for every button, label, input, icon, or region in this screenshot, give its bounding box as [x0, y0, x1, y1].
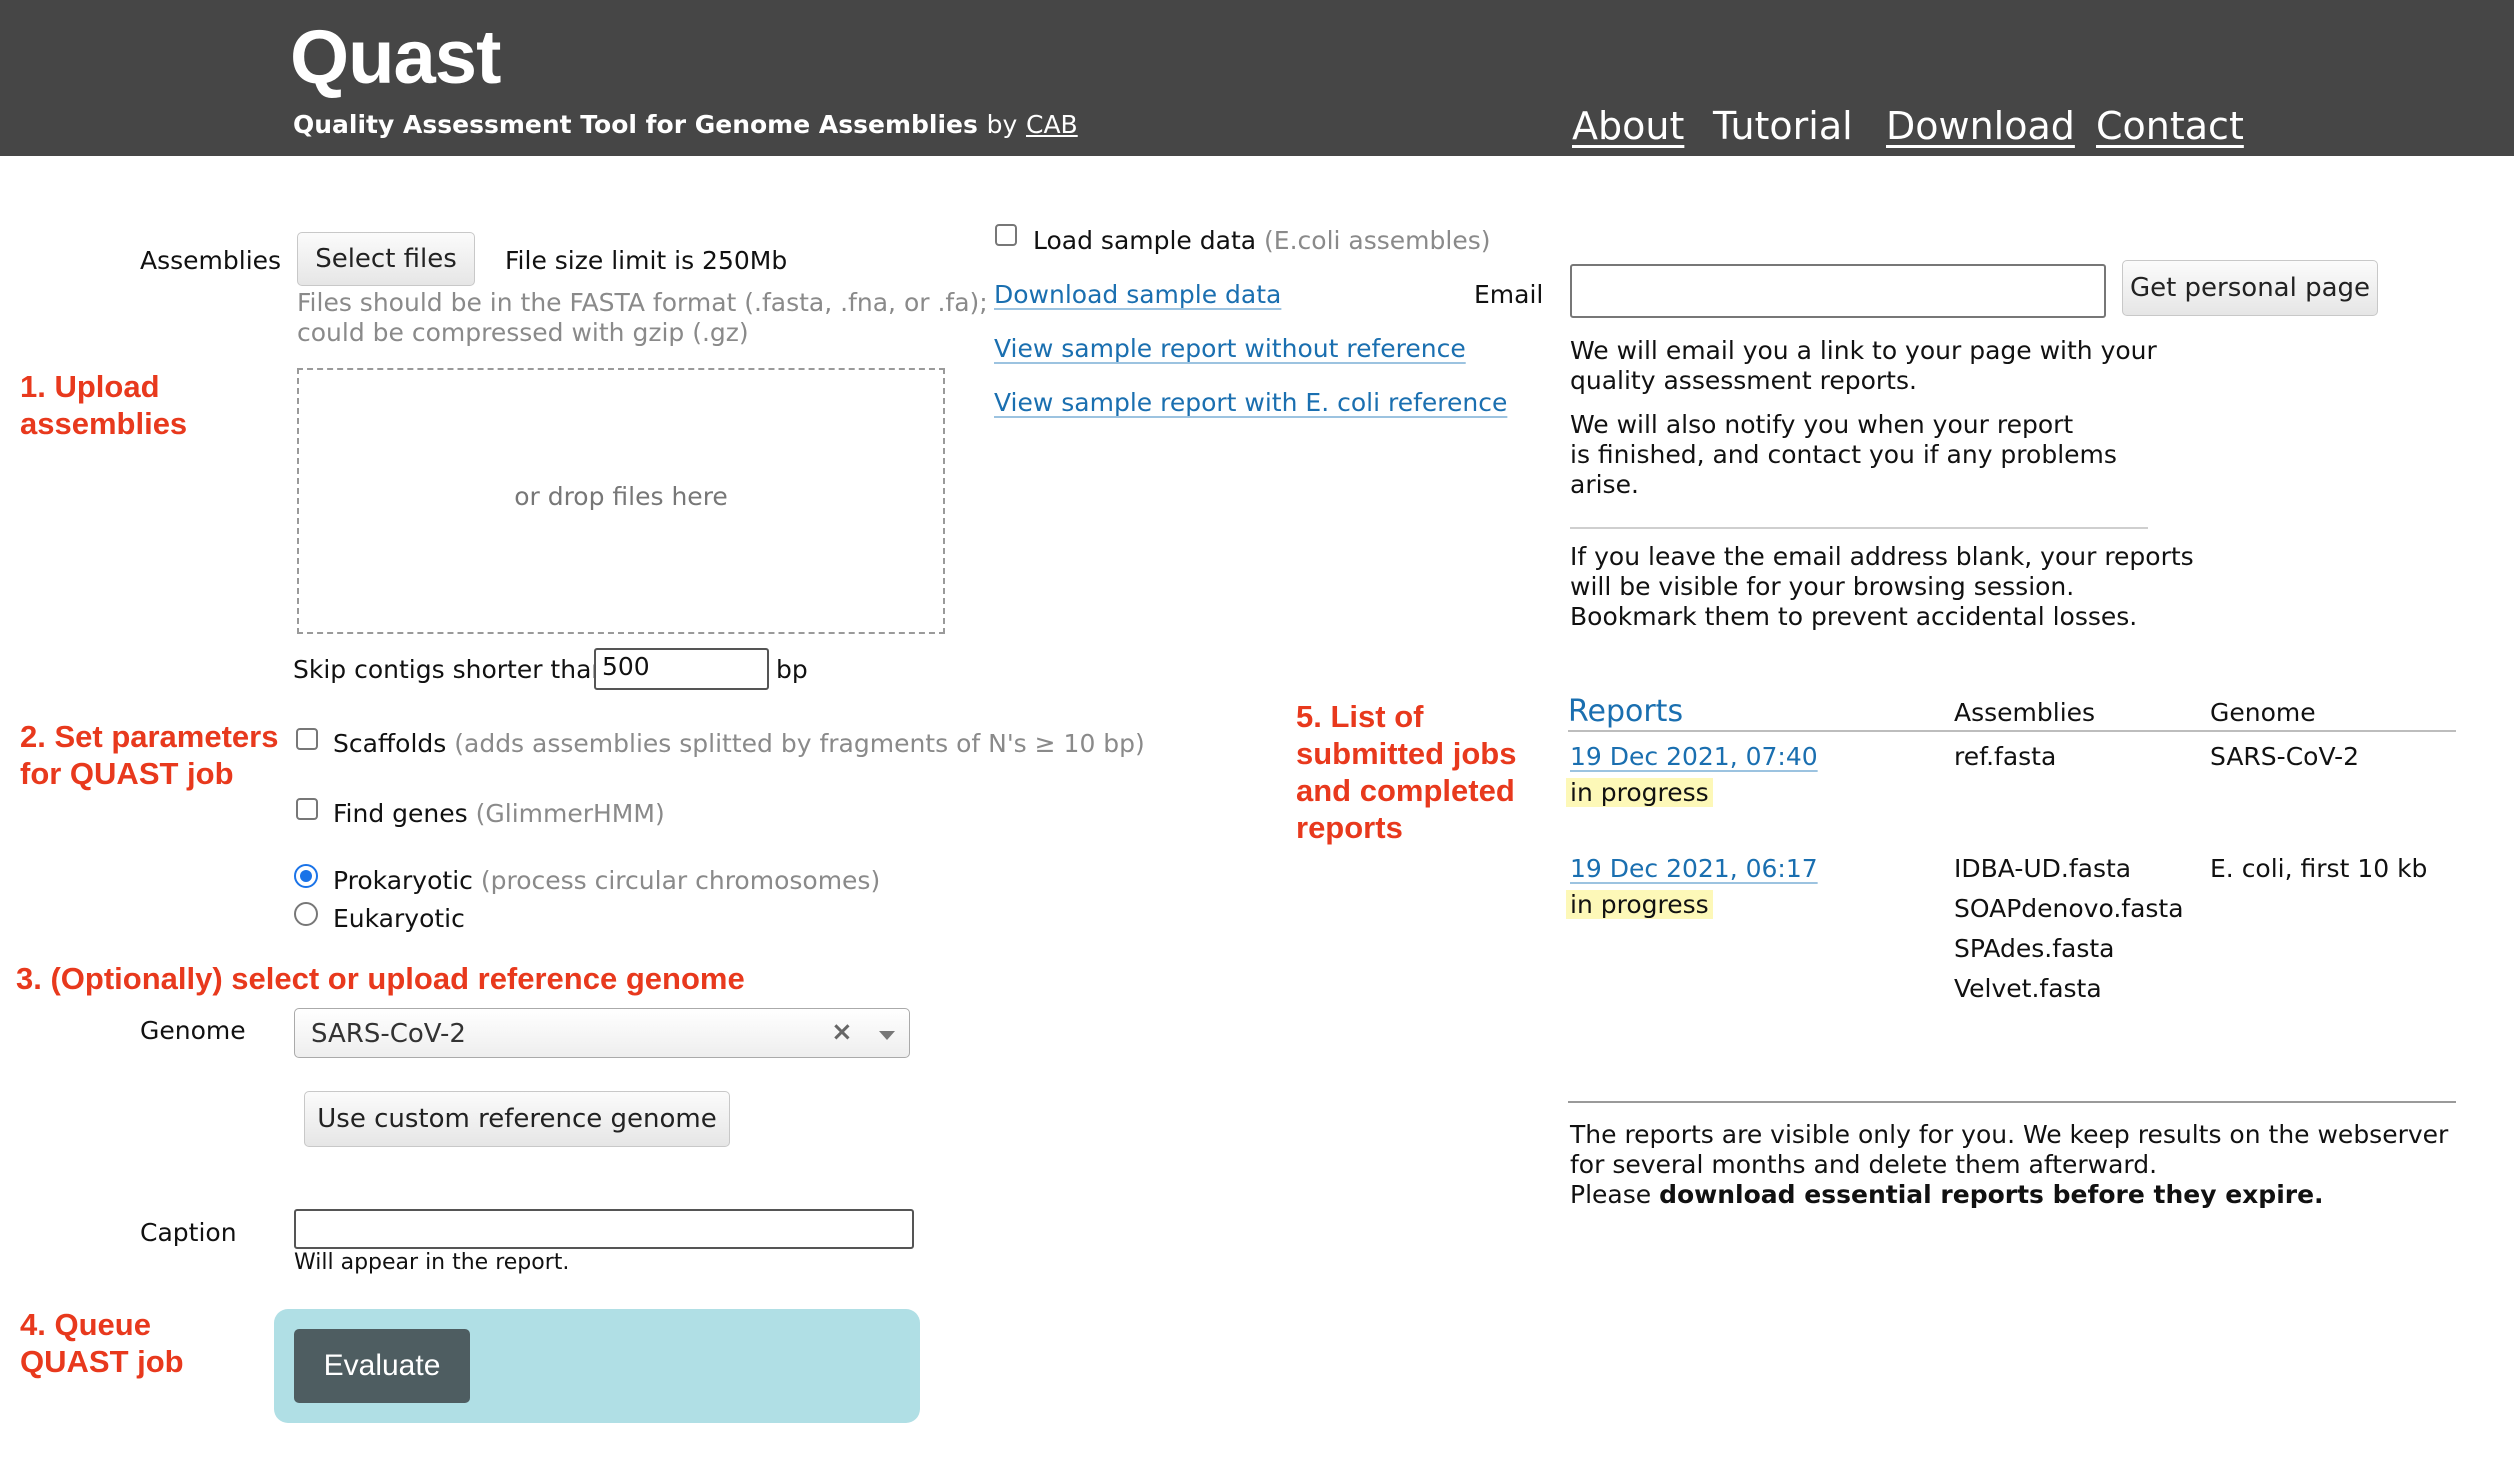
assembly-name: SOAPdenovo.fasta [1954, 894, 2184, 923]
email-info2-line2: is finished, and contact you if any prob… [1570, 440, 2117, 469]
email-info3-line1: If you leave the email address blank, yo… [1570, 542, 2194, 571]
skip-contigs-label: Skip contigs shorter than [293, 655, 608, 684]
status-badge: in progress [1566, 890, 1713, 919]
scaffolds-option: Scaffolds (adds assemblies splitted by f… [333, 729, 1145, 758]
genome-header: Genome [2210, 698, 2316, 727]
assembly-name: SPAdes.fasta [1954, 934, 2115, 963]
reports-header-divider [1568, 730, 2456, 732]
annotation-step3: 3. (Optionally) select or upload referen… [16, 961, 745, 996]
prokaryotic-option: Prokaryotic (process circular chromosome… [333, 866, 880, 895]
find-genes-option: Find genes (GlimmerHMM) [333, 799, 665, 828]
nav-about[interactable]: About [1572, 104, 1684, 148]
assembly-name: Velvet.fasta [1954, 974, 2102, 1003]
nav-download[interactable]: Download [1886, 104, 2075, 148]
skip-contigs-unit: bp [776, 655, 808, 684]
email-input[interactable] [1570, 264, 2106, 318]
sample-report-no-ref-link[interactable]: View sample report without reference [994, 334, 1466, 363]
find-genes-label: Find genes [333, 799, 468, 828]
scaffolds-hint: (adds assemblies splitted by fragments o… [454, 729, 1145, 758]
find-genes-hint: (GlimmerHMM) [475, 799, 665, 828]
load-sample-hint: (E.coli assembles) [1264, 226, 1491, 255]
status-text: in progress [1566, 778, 1713, 807]
skip-contigs-input[interactable]: 500 [594, 648, 769, 690]
find-genes-checkbox[interactable] [296, 798, 318, 820]
tagline-by: by [986, 110, 1018, 139]
status-badge: in progress [1566, 778, 1713, 807]
reports-footer-line1: The reports are visible only for you. We… [1570, 1120, 2449, 1149]
load-sample-label: Load sample data [1033, 226, 1257, 255]
email-label: Email [1474, 280, 1544, 309]
email-info3-line3: Bookmark them to prevent accidental loss… [1570, 602, 2138, 631]
assemblies-label: Assemblies [140, 246, 282, 275]
email-info1-line2: quality assessment reports. [1570, 366, 1917, 395]
annotation-step5: 5. List of submitted jobs and completed … [1296, 699, 1517, 845]
tagline: Quality Assessment Tool for Genome Assem… [293, 110, 1078, 139]
nav-contact[interactable]: Contact [2096, 104, 2244, 148]
email-info3-line2: will be visible for your browsing sessio… [1570, 572, 2075, 601]
annotation-step1: 1. Upload assemblies [20, 369, 188, 441]
assemblies-header: Assemblies [1954, 698, 2096, 727]
nav-tutorial[interactable]: Tutorial [1713, 104, 1853, 148]
email-info1-line1: We will email you a link to your page wi… [1570, 336, 2157, 365]
eukaryotic-radio[interactable] [294, 902, 318, 926]
caption-label: Caption [140, 1218, 237, 1247]
genome-label: Genome [140, 1016, 246, 1045]
download-sample-link[interactable]: Download sample data [994, 280, 1281, 309]
drop-text: or drop files here [514, 482, 728, 511]
sample-report-ecoli-link[interactable]: View sample report with E. coli referenc… [994, 388, 1507, 417]
reports-footer-divider [1568, 1101, 2456, 1103]
drop-zone[interactable]: or drop files here [297, 368, 945, 634]
reports-footer-line3: Please download essential reports before… [1570, 1180, 2324, 1209]
fasta-hint-line2: could be compressed with gzip (.gz) [297, 318, 749, 347]
eukaryotic-label: Eukaryotic [333, 904, 465, 933]
chevron-down-icon [879, 1031, 895, 1040]
caption-input[interactable] [294, 1209, 914, 1249]
annotation-step4: 4. Queue QUAST job [20, 1307, 184, 1379]
caption-hint: Will appear in the report. [294, 1250, 570, 1275]
select-files-button[interactable]: Select files [297, 232, 475, 286]
reports-footer-prefix: Please [1570, 1180, 1652, 1209]
reports-footer-line2: for several months and delete them after… [1570, 1150, 2158, 1179]
report-genome: E. coli, first 10 kb [2210, 854, 2428, 883]
reports-header: Reports [1568, 694, 1684, 729]
get-personal-page-button[interactable]: Get personal page [2122, 260, 2378, 316]
load-sample-checkbox[interactable] [995, 224, 1017, 246]
fasta-hint-line1: Files should be in the FASTA format (.fa… [297, 288, 988, 317]
evaluate-button[interactable]: Evaluate [294, 1329, 470, 1403]
tagline-text: Quality Assessment Tool for Genome Assem… [293, 110, 978, 139]
prokaryotic-label: Prokaryotic [333, 866, 473, 895]
assembly-name: IDBA-UD.fasta [1954, 854, 2132, 883]
scaffolds-label: Scaffolds [333, 729, 447, 758]
load-sample-option: Load sample data (E.coli assembles) [1033, 226, 1490, 255]
email-divider [1570, 527, 2148, 529]
scaffolds-checkbox[interactable] [296, 728, 318, 750]
cab-link[interactable]: CAB [1026, 110, 1078, 139]
prokaryotic-radio[interactable] [294, 864, 318, 888]
genome-select-value: SARS-CoV-2 [311, 1019, 466, 1049]
status-text: in progress [1566, 890, 1713, 919]
annotation-step2: 2. Set parameters for QUAST job [20, 719, 279, 791]
genome-select[interactable]: SARS-CoV-2 × [294, 1008, 910, 1058]
logo[interactable]: Quast [290, 14, 501, 101]
prokaryotic-hint: (process circular chromosomes) [480, 866, 881, 895]
email-info2-line1: We will also notify you when your report [1570, 410, 2074, 439]
report-date-link[interactable]: 19 Dec 2021, 06:17 [1570, 854, 1818, 883]
reports-footer-bold: download essential reports before they e… [1659, 1180, 2324, 1209]
custom-reference-button[interactable]: Use custom reference genome [304, 1091, 730, 1147]
site-header: Quast Quality Assessment Tool for Genome… [0, 0, 2514, 156]
email-info2-line3: arise. [1570, 470, 1639, 499]
assembly-name: ref.fasta [1954, 742, 2057, 771]
clear-icon[interactable]: × [831, 1017, 853, 1047]
report-genome: SARS-CoV-2 [2210, 742, 2360, 771]
file-size-limit: File size limit is 250Mb [505, 246, 788, 275]
report-date-link[interactable]: 19 Dec 2021, 07:40 [1570, 742, 1818, 771]
